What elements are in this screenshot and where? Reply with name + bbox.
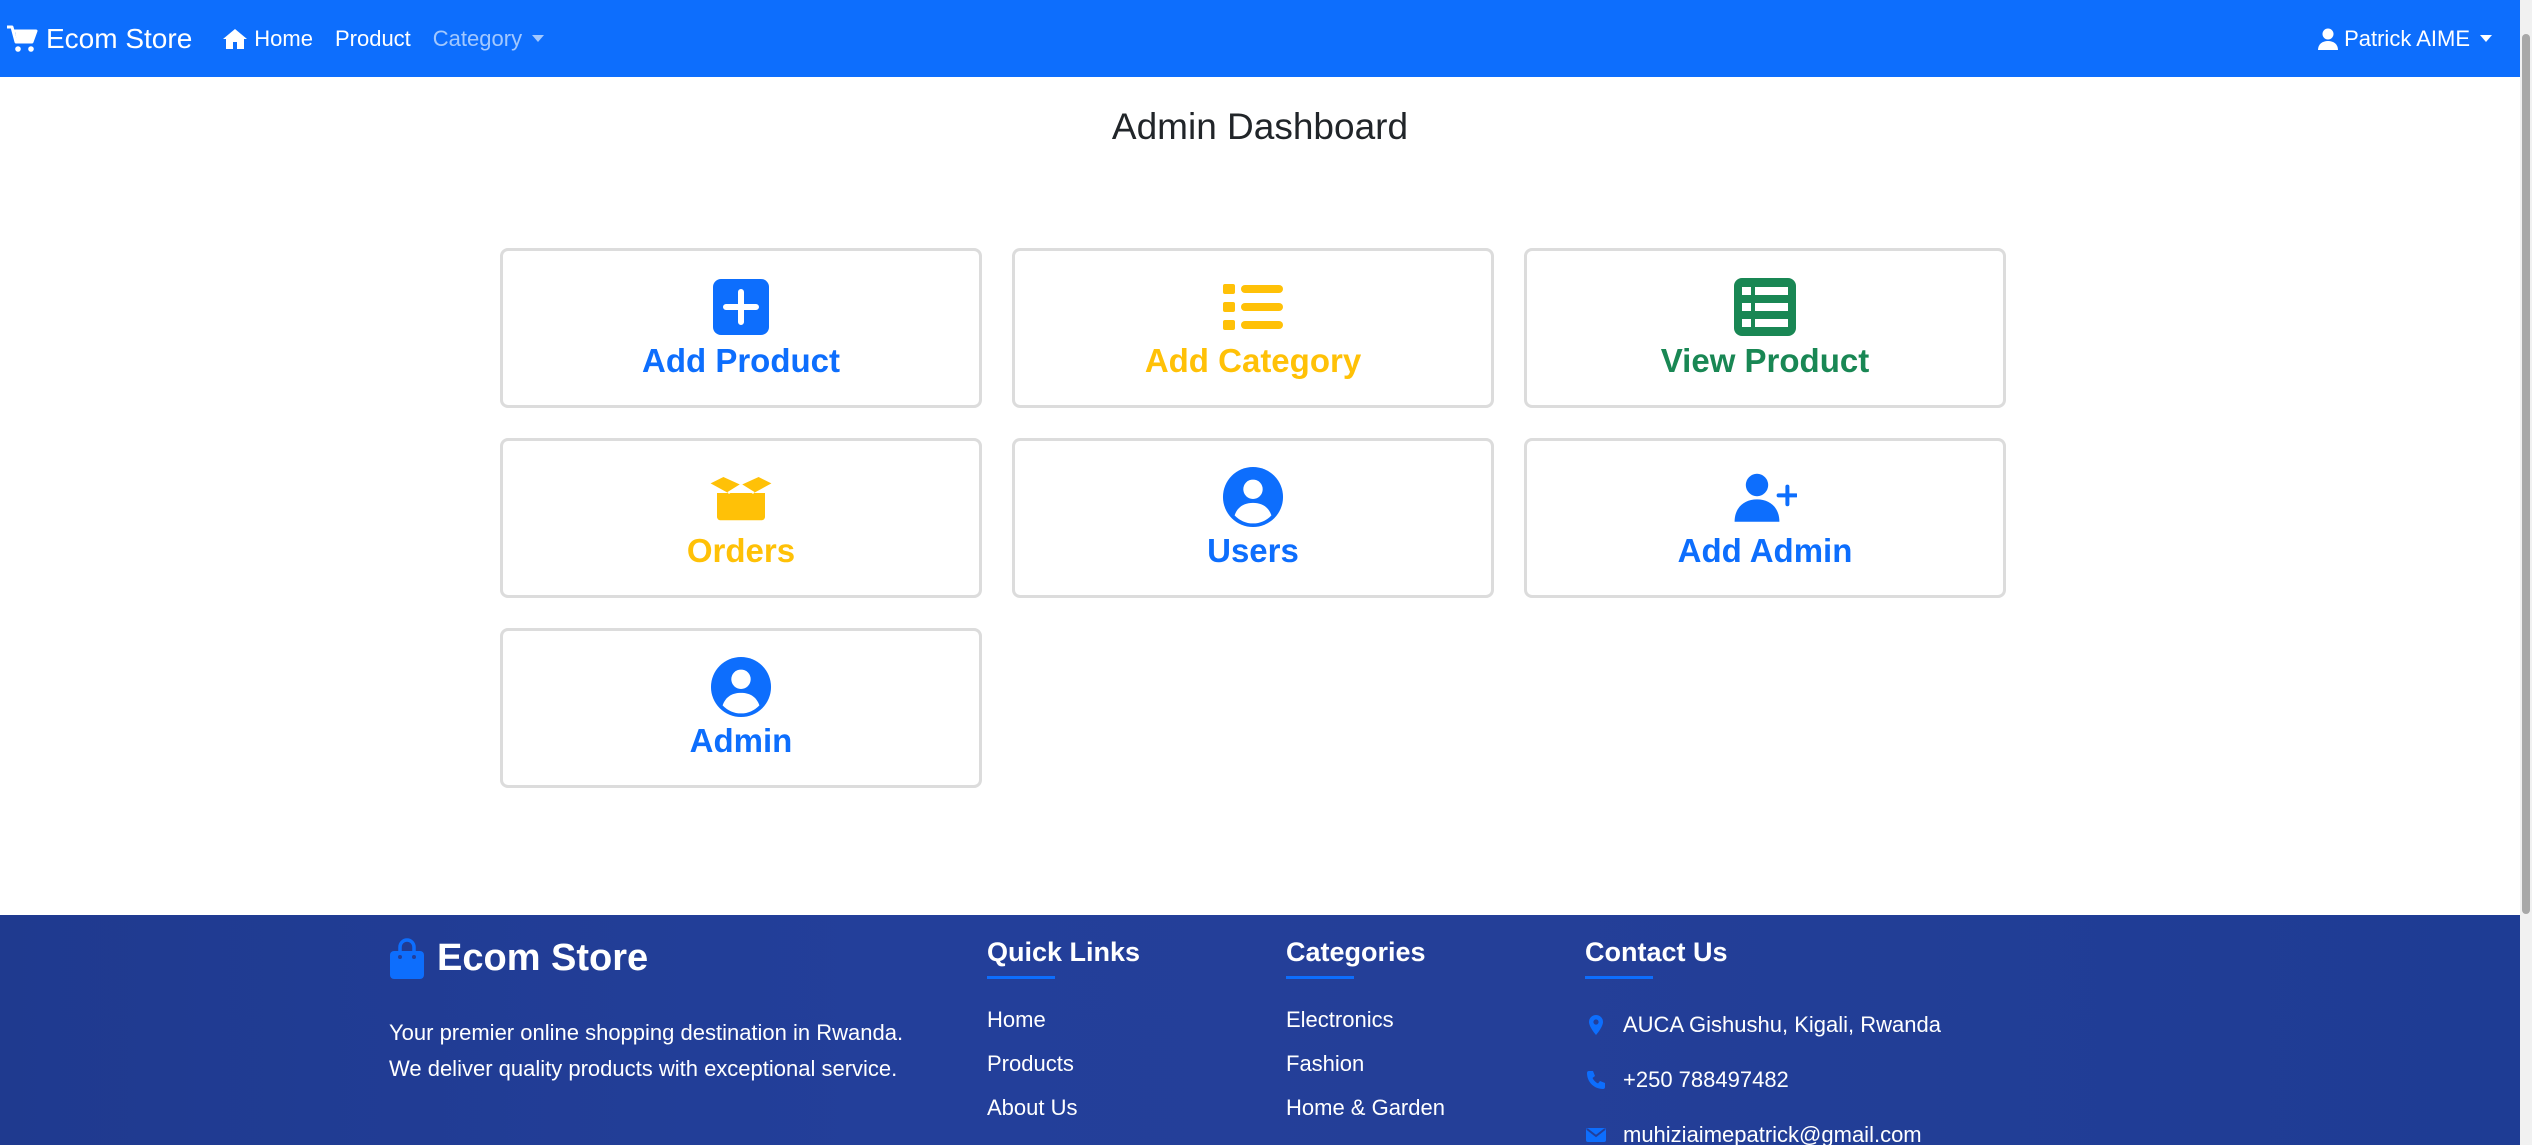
footer-link-electronics[interactable]: Electronics [1286, 1007, 1445, 1051]
list-icon [1221, 276, 1285, 338]
admin-card[interactable]: Admin [500, 628, 982, 788]
open-box-icon [709, 466, 773, 528]
add-admin-label: Add Admin [1677, 532, 1853, 569]
user-circle-icon [1221, 466, 1285, 528]
view-product-label: View Product [1660, 342, 1870, 379]
scrollbar-thumb[interactable] [2522, 34, 2530, 914]
nav-home-label: Home [254, 25, 313, 51]
phone-icon [1587, 1070, 1605, 1089]
nav-home[interactable]: Home [222, 26, 313, 52]
categories-title: Categories [1286, 937, 1426, 967]
brand-link[interactable]: Ecom Store [6, 23, 192, 55]
contact-title: Contact Us [1585, 937, 1728, 967]
title-underline [987, 976, 1055, 979]
title-underline [1286, 976, 1354, 979]
quick-links-column: Quick Links Home Products About Us [987, 937, 1140, 1139]
user-name: Patrick AIME [2344, 25, 2470, 51]
shopping-bag-icon [390, 937, 424, 979]
admin-label: Admin [689, 722, 793, 759]
nav-category-dropdown[interactable]: Category [432, 25, 545, 52]
page: Ecom Store Home Product Category Patrick… [0, 0, 2532, 1145]
users-label: Users [1207, 532, 1299, 569]
add-product-card[interactable]: Add Product [500, 248, 982, 408]
footer: Ecom Store Your premier online shopping … [0, 915, 2520, 1145]
orders-label: Orders [686, 532, 796, 569]
title-underline [1585, 976, 1653, 979]
footer-brand-label: Ecom Store [437, 937, 649, 979]
user-menu-dropdown[interactable]: Patrick AIME [2318, 26, 2492, 52]
envelope-icon [1586, 1127, 1606, 1142]
add-admin-card[interactable]: Add Admin [1524, 438, 2006, 598]
home-icon [223, 28, 248, 49]
footer-link-fashion[interactable]: Fashion [1286, 1051, 1445, 1095]
scrollbar[interactable] [2520, 0, 2532, 1145]
footer-link-home-garden[interactable]: Home & Garden [1286, 1095, 1445, 1139]
contact-email-text[interactable]: muhiziaimepatrick@gmail.com [1623, 1122, 1922, 1145]
user-circle-icon [709, 656, 773, 718]
users-card[interactable]: Users [1012, 438, 1494, 598]
contact-address: AUCA Gishushu, Kigali, Rwanda [1585, 997, 1941, 1052]
add-category-label: Add Category [1144, 342, 1362, 379]
table-list-icon [1733, 276, 1797, 338]
footer-brand: Ecom Store [389, 937, 648, 980]
add-product-label: Add Product [642, 342, 840, 379]
user-plus-icon [1733, 466, 1797, 528]
contact-address-text: AUCA Gishushu, Kigali, Rwanda [1623, 1011, 1941, 1037]
add-category-card[interactable]: Add Category [1012, 248, 1494, 408]
nav-category-label: Category [432, 25, 523, 51]
quick-links-title: Quick Links [987, 937, 1141, 967]
orders-card[interactable]: Orders [500, 438, 982, 598]
contact-column: Contact Us AUCA Gishushu, Kigali, Rwanda… [1585, 937, 1941, 1145]
map-marker-icon [1589, 1014, 1603, 1035]
contact-phone-text: +250 788497482 [1623, 1066, 1789, 1092]
footer-link-home[interactable]: Home [987, 1007, 1140, 1051]
categories-column: Categories Electronics Fashion Home & Ga… [1286, 937, 1445, 1139]
nav-product-label: Product [334, 25, 411, 51]
caret-down-icon [2480, 35, 2492, 42]
caret-down-icon [532, 35, 545, 42]
footer-link-products[interactable]: Products [987, 1051, 1140, 1095]
footer-link-about[interactable]: About Us [987, 1095, 1140, 1139]
contact-phone: +250 788497482 [1585, 1052, 1941, 1107]
brand-label: Ecom Store [46, 22, 193, 54]
view-product-card[interactable]: View Product [1524, 248, 2006, 408]
navbar: Ecom Store Home Product Category Patrick… [0, 0, 2520, 77]
add-square-icon [709, 276, 773, 338]
page-title: Admin Dashboard [1111, 106, 1409, 147]
contact-email: muhiziaimepatrick@gmail.com [1585, 1107, 1941, 1145]
footer-description: Your premier online shopping destination… [389, 1020, 904, 1081]
user-icon [2318, 28, 2339, 50]
nav-product[interactable]: Product [335, 26, 411, 52]
shopping-cart-icon [7, 25, 38, 52]
